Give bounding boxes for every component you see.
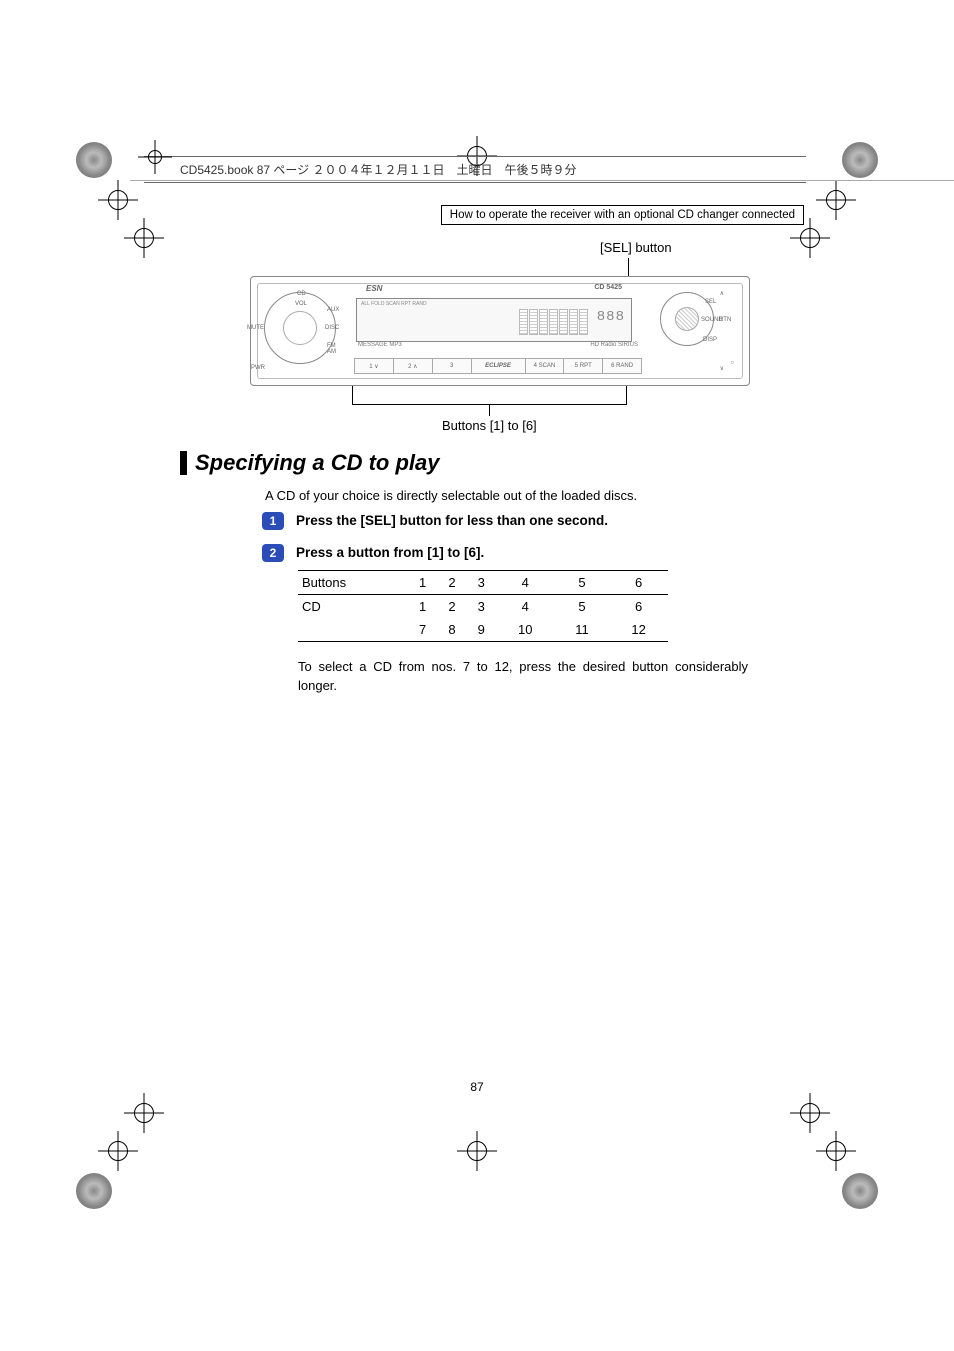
section-title-box: How to operate the receiver with an opti… <box>441 205 804 225</box>
table-cell <box>298 618 408 642</box>
knob-label: DISP <box>703 337 717 343</box>
lcd-spectrum-icon <box>519 309 591 335</box>
book-header-text: CD5425.book 87 ページ ２００４年１２月１１日 土曜日 午後５時９… <box>180 163 577 177</box>
table-cell: 2 <box>437 571 466 595</box>
mid-labels: MESSAGE MP3 HD Radio SIRIUS <box>354 342 642 356</box>
table-cell: 6 <box>609 595 668 619</box>
volume-knob-icon: CD VOL AUX DISC MUTE FM AM PWR <box>264 292 336 364</box>
callout-line <box>626 386 627 404</box>
lcd-indicators: ALL FOLD SCAN RPT RAND <box>361 301 427 307</box>
callout-line <box>489 404 490 416</box>
heading-bullet-icon <box>180 451 187 475</box>
registration-mark <box>104 1137 132 1165</box>
step-badge-2: 2 <box>262 544 284 562</box>
table-cell: 12 <box>609 618 668 642</box>
corner-ornament-tr <box>842 142 878 178</box>
dot-icon: ○ <box>730 360 734 366</box>
table-cell: 6 <box>609 571 668 595</box>
callout-sel-button: [SEL] button <box>600 240 672 255</box>
car-stereo-illustration: CD VOL AUX DISC MUTE FM AM PWR SEL SOUND… <box>250 276 750 386</box>
callout-buttons-label: Buttons [1] to [6] <box>442 418 537 433</box>
knob-label: PWR <box>251 365 265 371</box>
table-cell: 1 <box>408 595 437 619</box>
lcd-digits: 888 <box>597 309 625 325</box>
table-cell: CD <box>298 595 408 619</box>
registration-mark <box>822 1137 850 1165</box>
page-content: CD5425.book 87 ページ ２００４年１２月１１日 土曜日 午後５時９… <box>150 150 804 1200</box>
table-cell: 10 <box>496 618 555 642</box>
model-label: CD 5425 <box>594 284 622 291</box>
table-cell: 5 <box>555 571 610 595</box>
eclipse-logo: ECLIPSE <box>471 358 525 374</box>
knob-label: MUTE <box>247 325 264 331</box>
button-cd-table: Buttons 1 2 3 4 5 6 CD 1 2 3 4 5 6 7 8 9… <box>298 570 668 642</box>
preset-button-2: 2 ∧ <box>393 358 432 374</box>
knob-label: AUX <box>327 307 339 313</box>
table-row: CD 1 2 3 4 5 6 <box>298 595 668 619</box>
table-cell: 4 <box>496 571 555 595</box>
table-cell: 4 <box>496 595 555 619</box>
mid-label-left: MESSAGE MP3 <box>358 342 402 356</box>
callout-buttons-text: Buttons [1] to [6] <box>442 418 537 433</box>
table-cell: 3 <box>467 595 496 619</box>
table-cell: 9 <box>467 618 496 642</box>
registration-mark <box>822 186 850 214</box>
intro-paragraph: A CD of your choice is directly selectab… <box>265 488 637 503</box>
chevron-down-icon: ∨ <box>720 365 724 372</box>
select-knob-icon: SEL SOUND RTN DISP <box>660 292 714 346</box>
step-badge-1: 1 <box>262 512 284 530</box>
table-cell: 1 <box>408 571 437 595</box>
chevron-up-icon: ∧ <box>720 290 724 297</box>
header-crop-icon <box>144 146 168 170</box>
registration-mark <box>104 186 132 214</box>
table-cell: 8 <box>437 618 466 642</box>
table-cell: 3 <box>467 571 496 595</box>
preset-button-3: 3 <box>432 358 471 374</box>
preset-button-5: 5 RPT <box>563 358 602 374</box>
corner-ornament-tl <box>76 142 112 178</box>
table-cell: 11 <box>555 618 610 642</box>
step-1-text: Press the [SEL] button for less than one… <box>296 512 608 528</box>
callout-line <box>352 386 353 404</box>
table-cell: 2 <box>437 595 466 619</box>
preset-button-6: 6 RAND <box>602 358 642 374</box>
page-number: 87 <box>150 1080 804 1094</box>
table-cell: 5 <box>555 595 610 619</box>
step-1: 1 Press the [SEL] button for less than o… <box>262 512 608 530</box>
callout-sel-line <box>628 258 629 278</box>
preset-button-1: 1 ∨ <box>354 358 393 374</box>
step-2: 2 Press a button from [1] to [6]. <box>262 544 484 562</box>
step-2-text: Press a button from [1] to [6]. <box>296 544 484 560</box>
knob-label: RTN <box>719 317 731 323</box>
preset-button-row: 1 ∨ 2 ∧ 3 ECLIPSE 4 SCAN 5 RPT 6 RAND <box>354 358 642 374</box>
section-heading: Specifying a CD to play <box>180 450 780 476</box>
mid-label-right: HD Radio SIRIUS <box>590 342 638 356</box>
knob-label: DISC <box>325 325 339 331</box>
lcd-display-icon: ALL FOLD SCAN RPT RAND 888 <box>356 298 632 342</box>
callout-sel-text: [SEL] button <box>600 240 672 255</box>
table-cell: 7 <box>408 618 437 642</box>
brand-label: ESN <box>366 284 382 293</box>
note-paragraph: To select a CD from nos. 7 to 12, press … <box>298 658 748 696</box>
book-running-header: CD5425.book 87 ページ ２００４年１２月１１日 土曜日 午後５時９… <box>144 156 806 183</box>
knob-label: AM <box>327 349 336 355</box>
table-row: Buttons 1 2 3 4 5 6 <box>298 571 668 595</box>
knob-label: CD <box>297 291 306 297</box>
section-title: How to operate the receiver with an opti… <box>450 209 795 221</box>
knob-label: VOL <box>295 301 307 307</box>
corner-ornament-br <box>842 1173 878 1209</box>
corner-ornament-bl <box>76 1173 112 1209</box>
preset-button-4: 4 SCAN <box>525 358 564 374</box>
table-cell: Buttons <box>298 571 408 595</box>
knob-label: SEL <box>705 299 716 305</box>
table-row: 7 8 9 10 11 12 <box>298 618 668 642</box>
heading-text: Specifying a CD to play <box>195 450 440 476</box>
